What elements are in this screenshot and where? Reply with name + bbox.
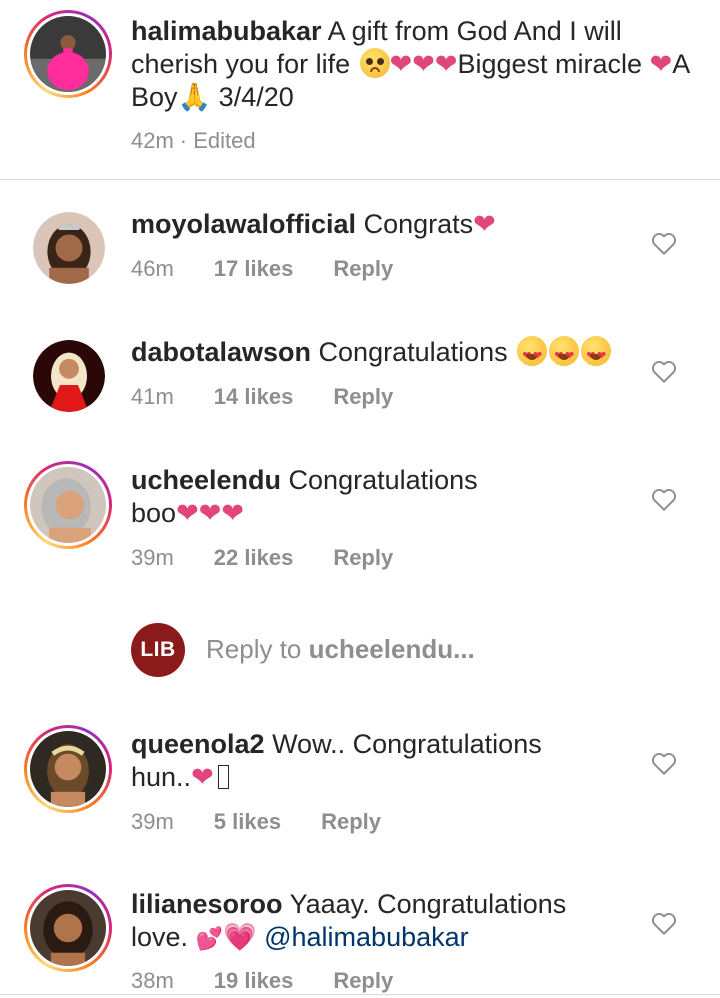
- heart-icon: ❤: [176, 498, 199, 529]
- heart-icon: ❤: [198, 498, 222, 529]
- reply-button[interactable]: Reply: [321, 809, 381, 835]
- comment-meta: 41m 14 likes Reply: [131, 384, 433, 410]
- comment-meta: 39m 22 likes Reply: [131, 545, 433, 571]
- comment-likes[interactable]: 5 likes: [214, 809, 281, 835]
- heart-icon: ❤: [649, 49, 673, 80]
- reply-button[interactable]: Reply: [333, 968, 393, 994]
- comment-likes[interactable]: 17 likes: [214, 256, 294, 282]
- reply-button[interactable]: Reply: [333, 545, 393, 571]
- comment-time: 39m: [131, 545, 174, 570]
- two-hearts-icon: 💕: [195, 927, 223, 952]
- comment-username[interactable]: dabotalawson: [131, 337, 311, 367]
- caption-time: 42m: [131, 128, 174, 153]
- like-heart-icon[interactable]: [651, 232, 677, 256]
- like-heart-icon[interactable]: [651, 488, 677, 512]
- reply-button[interactable]: Reply: [333, 256, 393, 282]
- heart-icon: ❤: [473, 209, 496, 240]
- sparkling-heart-icon: 💗: [222, 922, 257, 953]
- pleading-face-icon: [359, 48, 390, 78]
- folded-hands-icon: 🙏: [177, 82, 212, 113]
- caption-edited: · Edited: [179, 128, 256, 153]
- avatar-image: [33, 340, 105, 412]
- heart-eyes-icon: [549, 336, 580, 373]
- reply-account-logo: LIB: [131, 623, 185, 677]
- comment-meta: 46m 17 likes Reply: [131, 256, 433, 282]
- caption-username[interactable]: halimabubakar: [131, 16, 322, 46]
- comment-likes[interactable]: 19 likes: [214, 968, 294, 994]
- comment-username[interactable]: ucheelendu: [131, 465, 281, 495]
- commenter-avatar[interactable]: [33, 212, 105, 284]
- like-heart-icon[interactable]: [651, 912, 677, 936]
- heart-icon: ❤: [221, 498, 244, 529]
- comment-time: 38m: [131, 968, 174, 993]
- heart-icon: ❤: [389, 49, 413, 80]
- comment-meta: 39m 5 likes Reply: [131, 809, 421, 835]
- reply-input[interactable]: LIB Reply to ucheelendu...: [131, 620, 691, 678]
- comment-text: moyolawalofficial Congrats❤: [131, 209, 496, 240]
- avatar-image: [30, 890, 106, 966]
- like-heart-icon[interactable]: [651, 752, 677, 776]
- avatar-image: [30, 467, 106, 543]
- comment-time: 39m: [131, 809, 174, 834]
- comment-text: queenola2 Wow.. Congratulations hun..❤: [131, 729, 542, 793]
- avatar-image: [30, 16, 106, 92]
- comment-username[interactable]: queenola2: [131, 729, 265, 759]
- caption-meta: 42m · Edited: [131, 128, 296, 154]
- heart-icon: ❤: [412, 49, 435, 80]
- heart-icon: ❤: [191, 762, 214, 793]
- heart-icon: ❤: [434, 49, 458, 80]
- avatar-image: [30, 731, 106, 807]
- heart-eyes-icon: [517, 336, 548, 373]
- comment-username[interactable]: lilianesoroo: [131, 889, 283, 919]
- comment-time: 41m: [131, 384, 174, 409]
- heart-eyes-icon: [581, 336, 612, 373]
- comment-text: lilianesoroo Yaaay. Congratulations love…: [131, 889, 567, 953]
- caption-text: halimabubakar A gift from God And I will…: [131, 16, 689, 113]
- avatar-image: [33, 212, 105, 284]
- bottom-divider: [0, 994, 720, 995]
- comment-meta: 38m 19 likes Reply: [131, 968, 433, 994]
- commenter-avatar[interactable]: [24, 725, 112, 813]
- commenter-avatar[interactable]: [24, 461, 112, 549]
- comment-text: ucheelendu Congratulations boo❤❤❤: [131, 465, 478, 529]
- comment-likes[interactable]: 14 likes: [214, 384, 294, 410]
- like-heart-icon[interactable]: [651, 360, 677, 384]
- reply-placeholder: Reply to ucheelendu...: [206, 634, 475, 664]
- caption-avatar[interactable]: [24, 10, 112, 98]
- mention-link[interactable]: @halimabubakar: [264, 922, 469, 952]
- commenter-avatar[interactable]: [24, 884, 112, 972]
- comment-likes[interactable]: 22 likes: [214, 545, 294, 571]
- missing-glyph-icon: [217, 765, 229, 789]
- comment-time: 46m: [131, 256, 174, 281]
- comment-username[interactable]: moyolawalofficial: [131, 209, 356, 239]
- post-caption: halimabubakar A gift from God And I will…: [0, 0, 720, 180]
- commenter-avatar[interactable]: [33, 340, 105, 412]
- comment-text: dabotalawson Congratulations: [131, 336, 612, 373]
- reply-button[interactable]: Reply: [333, 384, 393, 410]
